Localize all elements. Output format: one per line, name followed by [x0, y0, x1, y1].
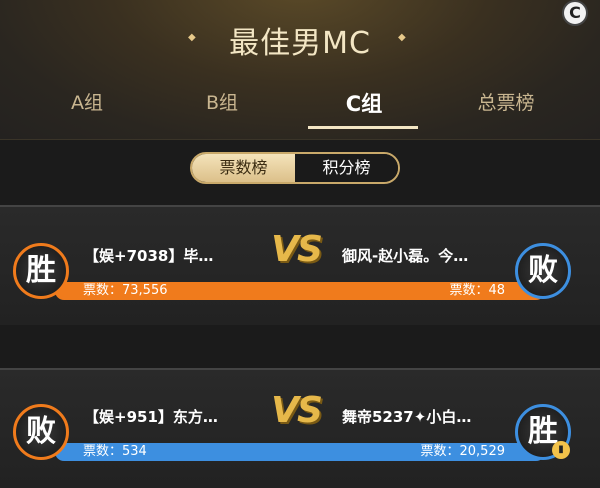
left-votes: 票数：73,556 — [83, 283, 168, 298]
left-avatar[interactable]: 败 — [13, 404, 69, 460]
tab-group-b[interactable]: B组 — [172, 88, 272, 115]
vote-bar: 票数：73,556 票数：48 — [55, 282, 545, 300]
win-result: 胜 — [26, 253, 56, 288]
tab-total-votes[interactable]: 总票榜 — [456, 88, 556, 115]
vote-bar: 票数：534 票数：20,529 — [55, 443, 545, 461]
c-logo-icon[interactable]: C — [562, 0, 588, 26]
lose-result: 败 — [26, 414, 56, 449]
vs-icon: VS — [271, 229, 323, 270]
tab-group-a[interactable]: A组 — [37, 88, 137, 115]
divider — [0, 368, 600, 370]
right-avatar[interactable]: 胜 ▮ — [515, 404, 571, 460]
left-contestant-name[interactable]: 【娱+7038】毕… — [84, 245, 213, 266]
page-title: 最佳男MC — [229, 26, 371, 61]
points-ranking-button[interactable]: 积分榜 — [295, 154, 398, 182]
right-votes: 票数：48 — [449, 283, 505, 298]
lose-result: 败 — [528, 253, 558, 288]
group-tabs: A组 B组 C组 总票榜 — [0, 88, 600, 134]
votes-ranking-button[interactable]: 票数榜 — [192, 154, 295, 182]
match-card[interactable]: 【娱+7038】毕… VS 御风-赵小磊。今… 票数：73,556 票数：48 … — [0, 205, 600, 325]
right-avatar[interactable]: 败 — [515, 243, 571, 299]
ranking-toggle: 票数榜 积分榜 — [190, 152, 400, 184]
active-tab-indicator — [308, 126, 418, 129]
vs-icon: VS — [271, 390, 323, 431]
header: ◆ ◆ 最佳男MC C A组 B组 C组 总票榜 — [0, 0, 600, 140]
left-votes: 票数：534 — [83, 444, 147, 459]
left-contestant-name[interactable]: 【娱+951】东方… — [84, 406, 218, 427]
tab-group-c[interactable]: C组 — [314, 88, 414, 118]
right-contestant-name[interactable]: 御风-赵小磊。今… — [342, 245, 468, 266]
right-votes: 票数：20,529 — [420, 444, 506, 459]
right-contestant-name[interactable]: 舞帝5237✦小白… — [342, 406, 471, 427]
left-avatar[interactable]: 胜 — [13, 243, 69, 299]
divider — [0, 205, 600, 207]
match-card[interactable]: 【娱+951】东方… VS 舞帝5237✦小白… 票数：534 票数：20,52… — [0, 368, 600, 488]
chart-icon: ▮ — [552, 441, 570, 459]
